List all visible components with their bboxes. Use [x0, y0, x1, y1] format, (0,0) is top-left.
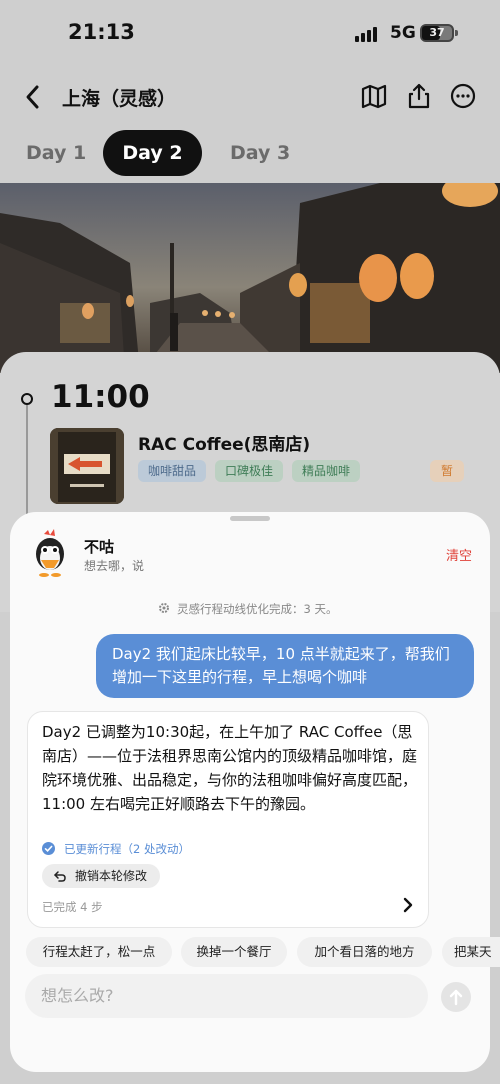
- check-icon: [42, 842, 55, 855]
- status-bar: 21:13 5G 37: [0, 0, 500, 66]
- sheet-grabber[interactable]: [230, 516, 270, 521]
- itinerary-time: 11:00: [51, 379, 150, 415]
- tag-temporary: 暂: [430, 460, 464, 482]
- gear-icon: [159, 603, 169, 613]
- undo-icon: [54, 871, 66, 882]
- timeline-dot: [21, 393, 33, 405]
- timeline-line: [26, 405, 28, 515]
- suggestion-chip[interactable]: 加个看日落的地方: [297, 937, 432, 967]
- more-icon[interactable]: [449, 82, 477, 110]
- network-label: 5G: [390, 23, 416, 43]
- bot-name: 不咕: [84, 538, 115, 556]
- battery-icon: 37: [420, 24, 454, 42]
- signal-icon: [355, 26, 381, 42]
- back-icon[interactable]: [22, 82, 44, 112]
- hero-image: [0, 183, 500, 373]
- place-thumbnail[interactable]: [50, 428, 124, 504]
- ai-message: Day2 已调整为10:30起，在上午加了 RAC Coffee（思南店）——位…: [42, 723, 418, 813]
- map-icon[interactable]: [360, 82, 388, 110]
- tag-specialty-coffee: 精品咖啡: [292, 460, 361, 482]
- suggestion-chip[interactable]: 行程太赶了，松一点: [26, 937, 172, 967]
- updated-status[interactable]: 已更新行程（2 处改动）: [64, 841, 190, 857]
- tab-day-1[interactable]: Day 1: [26, 130, 86, 176]
- chat-input[interactable]: 想怎么改?: [25, 974, 428, 1018]
- send-button[interactable]: [441, 982, 471, 1012]
- steps-done: 已完成 4 步: [42, 900, 103, 914]
- share-icon[interactable]: [405, 82, 433, 110]
- status-time: 21:13: [68, 20, 135, 44]
- clear-button[interactable]: 清空: [446, 545, 472, 564]
- arrow-up-icon: [449, 989, 463, 1006]
- tag-highly-rated: 口碑极佳: [215, 460, 284, 482]
- page-title: 上海（灵感）: [62, 88, 177, 110]
- battery-level: 37: [429, 26, 445, 39]
- tab-day-2[interactable]: Day 2: [103, 130, 202, 176]
- chevron-right-icon[interactable]: [401, 897, 415, 913]
- suggestion-chip[interactable]: 换掉一个餐厅: [181, 937, 287, 967]
- suggestion-chip[interactable]: 把某天: [442, 937, 500, 967]
- user-message: Day2 我们起床比较早，10 点半就起来了，帮我们增加一下这里的行程，早上想喝…: [96, 634, 474, 698]
- bot-avatar: [36, 529, 64, 577]
- tag-coffee-dessert: 咖啡甜品: [138, 460, 207, 482]
- system-note: 灵感行程动线优化完成：3 天。: [177, 602, 338, 616]
- tab-day-3[interactable]: Day 3: [230, 130, 290, 176]
- battery-tip: [455, 30, 458, 36]
- place-name[interactable]: RAC Coffee(思南店): [138, 430, 310, 455]
- bot-subtitle: 想去哪，说: [84, 559, 145, 573]
